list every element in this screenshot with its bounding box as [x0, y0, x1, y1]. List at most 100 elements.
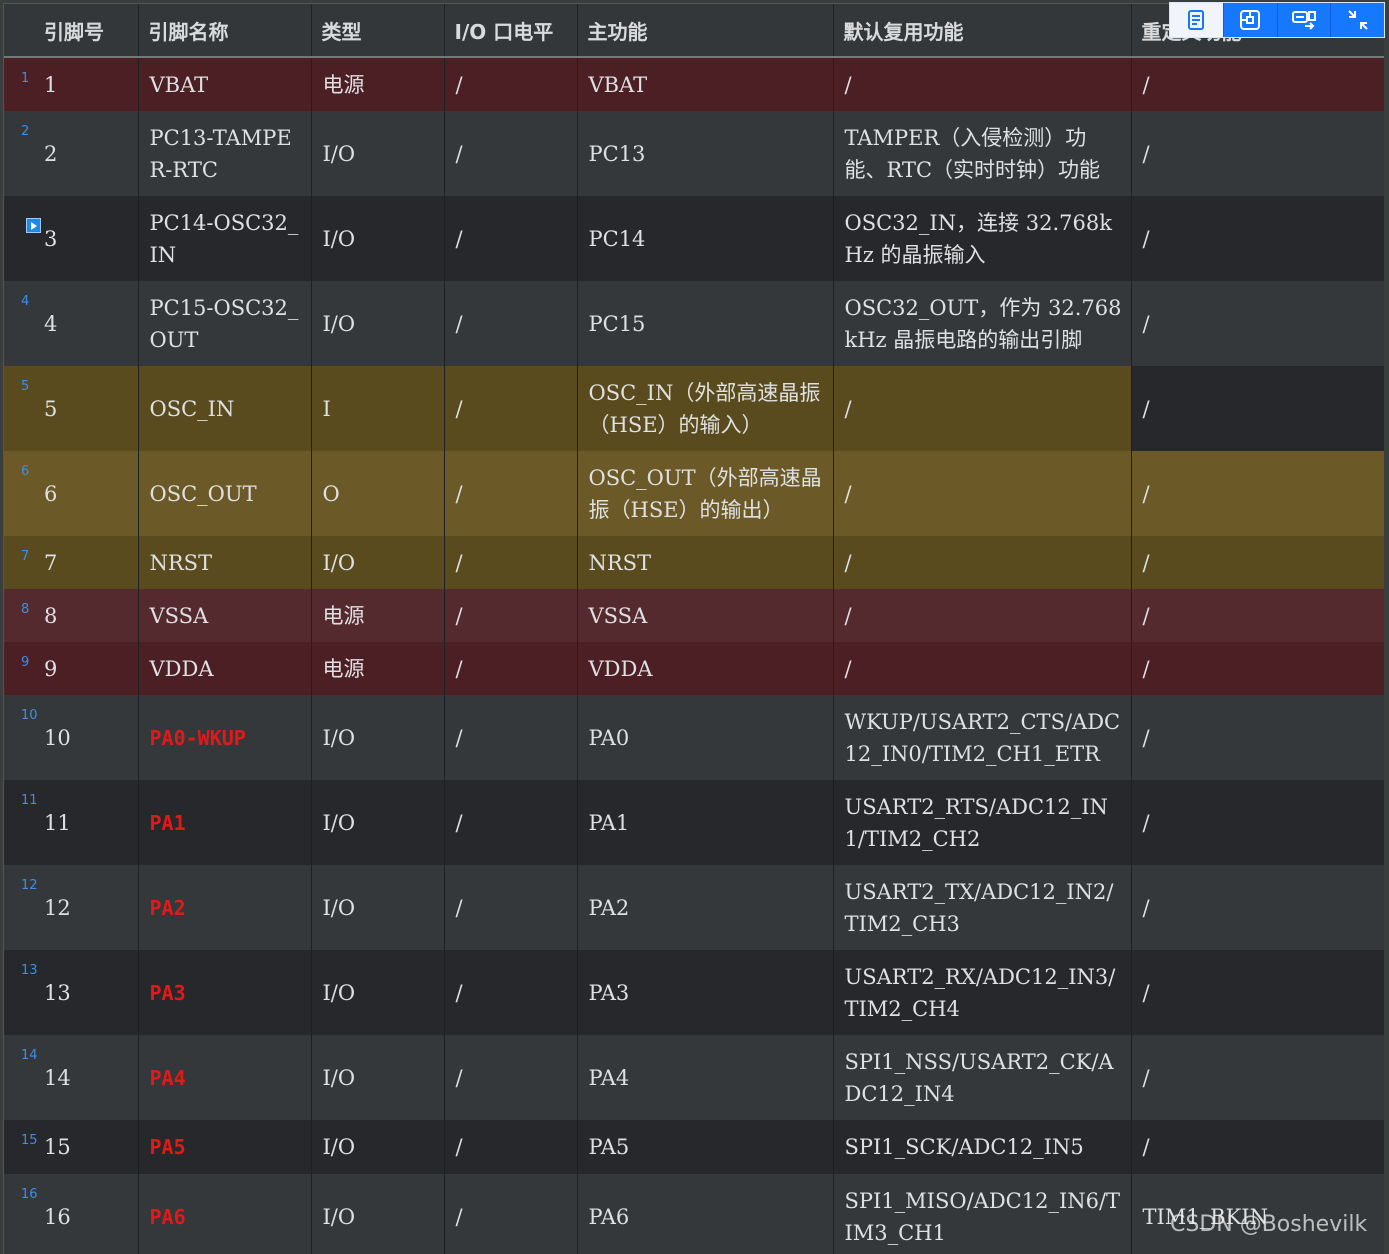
- alt-function-cell: TAMPER（入侵检测）功能、RTC（实时时钟）功能: [833, 111, 1132, 196]
- main-function-cell: NRST: [577, 536, 834, 589]
- table-row: 11 11 PA1 I/O / PA1 USART2_RTS/ADC12_IN1/…: [4, 780, 1384, 865]
- pin-number-cell: 12 12: [4, 865, 139, 950]
- remap-cell: /: [1131, 1120, 1384, 1174]
- line-number[interactable]: 16: [21, 1188, 38, 1202]
- io-level-cell: /: [444, 1035, 578, 1120]
- line-number[interactable]: 2: [21, 125, 29, 139]
- pin-name-cell: PC13-TAMPER-RTC: [138, 111, 312, 196]
- main-function-cell: PA1: [577, 780, 834, 865]
- io-level-cell: /: [444, 1174, 578, 1254]
- io-level-cell: /: [444, 780, 578, 865]
- alt-function-cell: OSC32_OUT，作为 32.768kHz 晶振电路的输出引脚: [833, 281, 1132, 366]
- main-function-cell: OSC_IN（外部高速晶振（HSE）的输入）: [577, 366, 834, 451]
- line-number[interactable]: 4: [21, 295, 29, 309]
- alt-function-cell: /: [833, 451, 1132, 536]
- io-level-cell: /: [444, 950, 578, 1035]
- alt-function-cell: SPI1_SCK/ADC12_IN5: [833, 1120, 1132, 1174]
- pin-name-cell: PA6: [138, 1174, 312, 1254]
- alt-function-cell: USART2_RX/ADC12_IN3/TIM2_CH4: [833, 950, 1132, 1035]
- pin-number-cell: 11: [4, 57, 139, 111]
- io-level-cell: /: [444, 695, 578, 780]
- header-pin-name: 引脚名称: [138, 4, 312, 58]
- table-row: 10 10 PA0-WKUP I/O / PA0 WKUP/USART2_CTS/…: [4, 695, 1384, 780]
- table-row: 3 PC14-OSC32_IN I/O / PC14 OSC32_IN，连接 3…: [4, 196, 1384, 281]
- line-number[interactable]: 5: [21, 380, 29, 394]
- main-function-cell: OSC_OUT（外部高速晶振（HSE）的输出）: [577, 451, 834, 536]
- line-number[interactable]: 14: [21, 1049, 38, 1063]
- pin-name-cell: PC15-OSC32_OUT: [138, 281, 312, 366]
- io-level-cell: /: [444, 281, 578, 366]
- type-cell: I: [311, 366, 445, 451]
- translate-button[interactable]: [1278, 3, 1332, 37]
- remap-cell: /: [1131, 695, 1384, 780]
- pin-name-cell: PA4: [138, 1035, 312, 1120]
- remap-cell: /: [1131, 536, 1384, 589]
- pin-number-cell: 44: [4, 281, 139, 366]
- line-number[interactable]: 1: [21, 72, 29, 86]
- io-level-cell: /: [444, 1120, 578, 1174]
- main-function-cell: PA3: [577, 950, 834, 1035]
- table-row: 12 12 PA2 I/O / PA2 USART2_TX/ADC12_IN2/T…: [4, 865, 1384, 950]
- pin-name-cell: OSC_IN: [138, 366, 312, 451]
- table-row: 44 PC15-OSC32_OUT I/O / PC15 OSC32_OUT，作…: [4, 281, 1384, 366]
- remap-cell: /: [1131, 196, 1384, 281]
- watermark: CSDN @Boshevilk: [1170, 1212, 1368, 1237]
- exit-fullscreen-button[interactable]: [1331, 3, 1384, 37]
- layout-icon: [1240, 10, 1261, 30]
- remap-cell: /: [1131, 589, 1384, 642]
- table-row: 13 13 PA3 I/O / PA3 USART2_RX/ADC12_IN3/T…: [4, 950, 1384, 1035]
- alt-function-cell: SPI1_NSS/USART2_CK/ADC12_IN4: [833, 1035, 1132, 1120]
- pin-name-cell: PA3: [138, 950, 312, 1035]
- type-cell: I/O: [311, 111, 445, 196]
- line-number[interactable]: 10: [21, 709, 38, 723]
- remap-cell: /: [1131, 642, 1384, 695]
- type-cell: I/O: [311, 196, 445, 281]
- pin-name-cell: NRST: [138, 536, 312, 589]
- type-cell: I/O: [311, 1120, 445, 1174]
- remap-cell: /: [1131, 780, 1384, 865]
- line-number[interactable]: 13: [21, 964, 38, 978]
- pin-number-cell: 77: [4, 536, 139, 589]
- play-icon[interactable]: [26, 218, 41, 233]
- remap-cell: /: [1131, 1035, 1384, 1120]
- remap-cell: /: [1131, 865, 1384, 950]
- type-cell: I/O: [311, 950, 445, 1035]
- remap-cell: /: [1131, 366, 1384, 451]
- line-number[interactable]: 7: [21, 550, 29, 564]
- line-number[interactable]: 12: [21, 879, 38, 893]
- table-row: 66 OSC_OUT O / OSC_OUT（外部高速晶振（HSE）的输出） /…: [4, 451, 1384, 536]
- header-main-function: 主功能: [577, 4, 834, 58]
- table-row: 11 VBAT 电源 / VBAT / /: [4, 57, 1384, 111]
- main-function-cell: VSSA: [577, 589, 834, 642]
- line-number[interactable]: 6: [21, 465, 29, 479]
- type-cell: O: [311, 451, 445, 536]
- header-io-level: I/O 口电平: [444, 4, 578, 58]
- line-number[interactable]: 9: [21, 656, 29, 670]
- pin-name-cell: PC14-OSC32_IN: [138, 196, 312, 281]
- type-cell: I/O: [311, 1174, 445, 1254]
- alt-function-cell: /: [833, 642, 1132, 695]
- alt-function-cell: /: [833, 589, 1132, 642]
- io-level-cell: /: [444, 451, 578, 536]
- pin-number-cell: 66: [4, 451, 139, 536]
- pin-number-cell: 14 14: [4, 1035, 139, 1120]
- io-level-cell: /: [444, 196, 578, 281]
- remap-cell: /: [1131, 111, 1384, 196]
- pin-number-cell: 16 16: [4, 1174, 139, 1254]
- line-number[interactable]: 11: [21, 794, 38, 808]
- type-cell: I/O: [311, 281, 445, 366]
- pin-number-cell: 15 15: [4, 1120, 139, 1174]
- remap-cell: /: [1131, 451, 1384, 536]
- alt-function-cell: /: [833, 366, 1132, 451]
- main-function-cell: VBAT: [577, 57, 834, 111]
- line-number[interactable]: 8: [21, 603, 29, 617]
- layout-button[interactable]: [1224, 3, 1278, 37]
- document-button[interactable]: [1170, 3, 1224, 37]
- pin-table: 引脚号 引脚名称 类型 I/O 口电平 主功能 默认复用功能 重定义功能 11 …: [4, 4, 1384, 1254]
- type-cell: 电源: [311, 589, 445, 642]
- line-number[interactable]: 15: [21, 1134, 38, 1148]
- type-cell: I/O: [311, 780, 445, 865]
- table-row: 99 VDDA 电源 / VDDA / /: [4, 642, 1384, 695]
- translate-icon: [1291, 11, 1316, 30]
- alt-function-cell: SPI1_MISO/ADC12_IN6/TIM3_CH1: [833, 1174, 1132, 1254]
